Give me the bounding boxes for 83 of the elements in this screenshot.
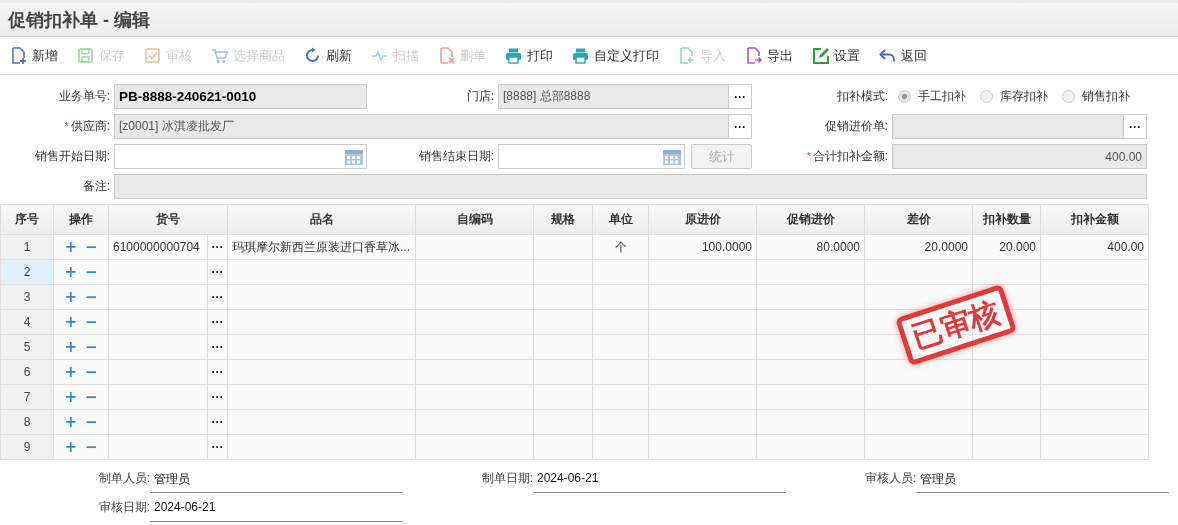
date-field[interactable] bbox=[498, 144, 685, 169]
toolbar-button[interactable]: 自定义打印 bbox=[570, 46, 670, 65]
column-header: 货号 bbox=[108, 204, 228, 235]
column-header: 差价 bbox=[864, 204, 973, 235]
field-label: 扣补模式: bbox=[835, 88, 888, 105]
row-number[interactable]: 2 bbox=[0, 259, 54, 285]
field-label: 审核日期: bbox=[97, 499, 150, 516]
picker-button[interactable]: ··· bbox=[729, 114, 752, 139]
column-header: 原进价 bbox=[648, 204, 757, 235]
row-number[interactable]: 5 bbox=[0, 334, 54, 360]
refresh-icon bbox=[304, 47, 321, 64]
toolbar-button[interactable]: 设置 bbox=[810, 46, 871, 65]
column-header: 序号 bbox=[0, 204, 54, 235]
picker-button[interactable]: ··· bbox=[729, 84, 752, 109]
column-header: 自编码 bbox=[415, 204, 534, 235]
field-label: 促销进价单: bbox=[823, 118, 888, 135]
column-header: 扣补数量 bbox=[972, 204, 1041, 235]
radio-option[interactable]: 库存扣补 bbox=[980, 88, 1048, 105]
column-header: 扣补金额 bbox=[1040, 204, 1149, 235]
edit-icon bbox=[812, 47, 829, 64]
supplier-field[interactable]: [z0001] 冰淇凌批发厂 bbox=[114, 114, 729, 139]
total-amount-field[interactable]: 400.00 bbox=[892, 144, 1147, 169]
radio-option[interactable]: 销售扣补 bbox=[1062, 88, 1130, 105]
radio-circle[interactable] bbox=[898, 90, 911, 103]
field-label: 制单日期: bbox=[480, 470, 533, 487]
doc-arrow-icon bbox=[678, 47, 695, 64]
column-header: 单位 bbox=[592, 204, 649, 235]
field-label: 审核人员: bbox=[863, 470, 916, 487]
toolbar-button[interactable]: 返回 bbox=[877, 46, 938, 65]
table-cell: 6100000000704 bbox=[108, 234, 208, 260]
row-number[interactable]: 4 bbox=[0, 309, 54, 335]
column-header: 规格 bbox=[533, 204, 593, 235]
table-cell: 400.00 bbox=[1040, 234, 1149, 260]
calendar-icon[interactable] bbox=[344, 147, 364, 166]
radio-circle[interactable] bbox=[1062, 90, 1075, 103]
table-cell: 80.0000 bbox=[756, 234, 865, 260]
doc-x-icon bbox=[438, 47, 455, 64]
table-cell: 20.0000 bbox=[864, 234, 973, 260]
floppy-icon bbox=[77, 47, 94, 64]
picker-button[interactable]: ··· bbox=[1124, 114, 1147, 139]
back-arrow-icon bbox=[879, 47, 896, 64]
toolbar-button[interactable]: 新增 bbox=[8, 46, 69, 65]
row-number[interactable]: 6 bbox=[0, 359, 54, 385]
field-label: 销售开始日期: bbox=[33, 148, 110, 165]
row-number[interactable]: 3 bbox=[0, 284, 54, 310]
radio-circle[interactable] bbox=[980, 90, 993, 103]
printer-icon bbox=[572, 47, 589, 64]
row-number[interactable]: 9 bbox=[0, 434, 54, 460]
field-label: 业务单号: bbox=[57, 88, 110, 105]
column-header: 操作 bbox=[53, 204, 109, 235]
field-label: 销售结束日期: bbox=[417, 148, 494, 165]
doc-plus-icon bbox=[10, 47, 27, 64]
field-label: 门店: bbox=[465, 88, 494, 105]
checkbox-icon bbox=[144, 47, 161, 64]
cart-icon bbox=[211, 47, 228, 64]
column-header: 促销进价 bbox=[756, 204, 865, 235]
toolbar-button[interactable]: 打印 bbox=[503, 46, 564, 65]
field-label: * 合计扣补金额: bbox=[805, 148, 888, 165]
store-field[interactable]: [8888] 总部8888 bbox=[498, 84, 729, 109]
toolbar-button[interactable]: 导出 bbox=[743, 46, 804, 65]
table-cell: 100.0000 bbox=[648, 234, 757, 260]
field-value: 2024-06-21 bbox=[533, 471, 786, 493]
row-number[interactable]: 1 bbox=[0, 234, 54, 260]
field-label: * 供应商: bbox=[63, 118, 110, 135]
radio-option[interactable]: 手工扣补 bbox=[898, 88, 966, 105]
field-value: 2024-06-21 bbox=[150, 500, 403, 522]
date-field[interactable] bbox=[114, 144, 367, 169]
row-number[interactable]: 8 bbox=[0, 409, 54, 435]
field-value: 管理员 bbox=[150, 471, 403, 493]
toolbar-button[interactable]: 刷新 bbox=[302, 46, 363, 65]
remark-field[interactable] bbox=[114, 174, 1147, 199]
field-label: 备注: bbox=[81, 178, 110, 195]
field-label: 制单人员: bbox=[97, 470, 150, 487]
table-cell: 玛琪摩尔新西兰原装进口香草冰... bbox=[227, 234, 416, 260]
calendar-icon[interactable] bbox=[662, 147, 682, 166]
row-number[interactable]: 7 bbox=[0, 384, 54, 410]
field-value: 管理员 bbox=[916, 471, 1169, 493]
doc-arrow-icon bbox=[745, 47, 762, 64]
order-number-field[interactable]: PB-8888-240621-0010 bbox=[114, 84, 367, 109]
window-title: 促销扣补单 - 编辑 bbox=[8, 8, 150, 32]
column-header: 品名 bbox=[227, 204, 416, 235]
price-order-field[interactable] bbox=[892, 114, 1124, 139]
printer-icon bbox=[505, 47, 522, 64]
